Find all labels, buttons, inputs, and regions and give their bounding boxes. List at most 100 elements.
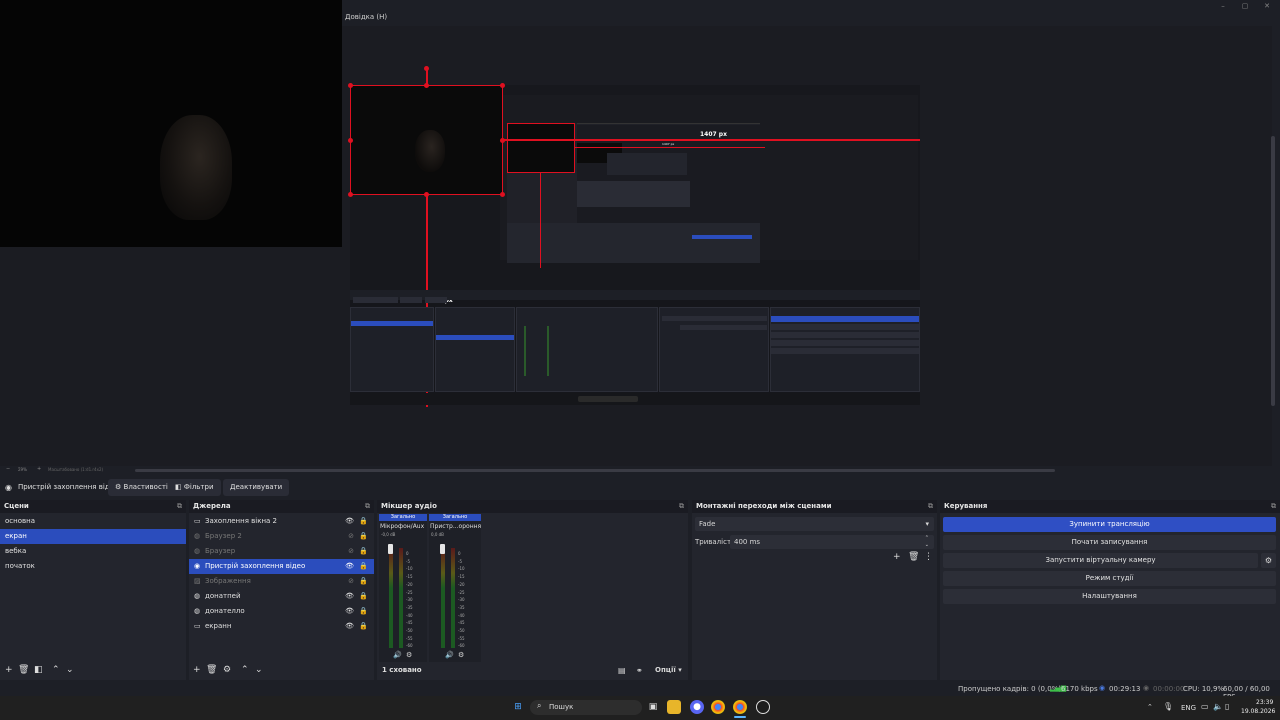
volume-icon[interactable]: 🔈 — [1213, 702, 1223, 711]
eye-icon[interactable]: 👁 — [345, 619, 354, 634]
resize-handle-bl[interactable] — [348, 192, 353, 197]
channel-settings-icon[interactable]: ⚙ — [458, 651, 464, 659]
source-item[interactable]: ◍ донатпей 👁 🔒 — [189, 589, 374, 604]
eye-icon[interactable]: 👁 — [345, 514, 354, 529]
move-down-icon[interactable]: ⌄ — [255, 665, 263, 675]
duration-input[interactable]: 400 ms ⌃ ⌄ — [730, 535, 934, 549]
obs-icon[interactable] — [756, 700, 770, 714]
lock-icon[interactable]: 🔒 — [359, 604, 368, 619]
lock-icon[interactable]: 🔒 — [359, 559, 368, 574]
link-icon[interactable]: ⚭ — [636, 666, 643, 675]
volume-fader[interactable] — [440, 544, 445, 554]
lock-icon[interactable]: 🔒 — [359, 574, 368, 589]
clock-time[interactable]: 23:39 — [1256, 699, 1273, 706]
source-settings-icon[interactable]: ⚙ — [223, 665, 231, 675]
speaker-icon[interactable]: 🔊 — [393, 651, 402, 659]
popout-icon[interactable]: ⧉ — [928, 500, 933, 513]
preview-scrollbar-h[interactable] — [135, 469, 1055, 472]
lock-icon[interactable]: 🔒 — [359, 589, 368, 604]
preview-scrollbar[interactable] — [1271, 136, 1275, 406]
scene-item-osnovna[interactable]: основна — [0, 514, 186, 529]
deactivate-button[interactable]: Деактивувати — [223, 479, 290, 496]
more-options-icon[interactable]: ⋮ — [924, 552, 933, 562]
remove-scene-icon[interactable]: 🗑 — [18, 665, 29, 675]
scene-item-ekran[interactable]: екран — [0, 529, 186, 544]
move-up-icon[interactable]: ⌃ — [52, 665, 60, 675]
source-item[interactable]: ▨ Зображення ⊘ 🔒 — [189, 574, 374, 589]
add-transition-icon[interactable]: + — [893, 552, 901, 562]
network-icon[interactable]: ▭ — [1201, 702, 1209, 711]
maximize-button[interactable]: ▢ — [1238, 2, 1252, 12]
chrome-icon-active[interactable] — [733, 700, 747, 714]
mixer-options-button[interactable]: Опції ▾ — [655, 666, 682, 674]
source-item[interactable]: ◉ Пристрій захоплення відео 👁 🔒 — [189, 559, 374, 574]
mixer-layout-icon[interactable]: ▤ — [618, 666, 626, 675]
stop-stream-button[interactable]: Зупинити трансляцію — [943, 517, 1276, 532]
chrome-icon[interactable] — [711, 700, 725, 714]
language-indicator[interactable]: ENG — [1181, 704, 1196, 712]
add-source-icon[interactable]: + — [193, 665, 201, 675]
filters-button[interactable]: ◧ Фільтри — [168, 479, 221, 496]
resize-handle-br[interactable] — [500, 192, 505, 197]
close-button[interactable]: ✕ — [1260, 2, 1274, 12]
start-recording-button[interactable]: Почати записування — [943, 535, 1276, 550]
popout-icon[interactable]: ⧉ — [365, 500, 370, 513]
settings-button[interactable]: Налаштування — [943, 589, 1276, 604]
menu-help[interactable]: Довідка (H) — [345, 13, 387, 21]
discord-icon[interactable]: ● — [690, 700, 704, 714]
volume-fader[interactable] — [388, 544, 393, 554]
eye-hidden-icon[interactable]: ⊘ — [348, 574, 354, 589]
lock-icon[interactable]: 🔒 — [359, 529, 368, 544]
clock-date[interactable]: 19.08.2026 — [1241, 708, 1275, 715]
source-item[interactable]: ◍ Браузер ⊘ 🔒 — [189, 544, 374, 559]
channel-settings-icon[interactable]: ⚙ — [406, 651, 412, 659]
task-view-icon[interactable]: ▣ — [646, 700, 660, 714]
taskbar-search[interactable]: ⌕ Пошук — [530, 700, 642, 715]
resize-handle-l[interactable] — [348, 138, 353, 143]
chevron-up-icon[interactable]: ⌃ — [1147, 703, 1153, 711]
microphone-icon[interactable]: 🎙 — [1163, 702, 1173, 711]
scene-item-vebka[interactable]: вебка — [0, 544, 186, 559]
minimize-button[interactable]: – — [1216, 2, 1230, 12]
studio-mode-button[interactable]: Режим студії — [943, 571, 1276, 586]
resize-handle-tr[interactable] — [500, 83, 505, 88]
popout-icon[interactable]: ⧉ — [1271, 500, 1276, 513]
zoom-out-button[interactable]: − — [6, 466, 10, 472]
channel-name[interactable]: Пристр...ороння — [429, 523, 481, 530]
properties-button[interactable]: ⚙ Властивості — [108, 479, 175, 496]
scene-item-pochatok[interactable]: початок — [0, 559, 186, 574]
eye-hidden-icon[interactable]: ⊘ — [348, 544, 354, 559]
screen-capture-source[interactable]: 1407 px 1407 px 710 px — [348, 66, 920, 407]
add-scene-icon[interactable]: + — [5, 665, 13, 675]
scene-filters-icon[interactable]: ◧ — [34, 665, 43, 675]
stepper-icon[interactable]: ⌃ ⌄ — [925, 535, 929, 549]
speaker-icon[interactable]: 🔊 — [445, 651, 454, 659]
start-virtual-camera-button[interactable]: Запустити віртуальну камеру — [943, 553, 1258, 568]
virtual-camera-settings-icon[interactable]: ⚙ — [1261, 553, 1276, 568]
zoom-in-button[interactable]: + — [37, 466, 41, 472]
move-down-icon[interactable]: ⌄ — [66, 665, 74, 675]
hidden-count[interactable]: 1 сховано — [382, 666, 422, 674]
remove-transition-icon[interactable]: 🗑 — [908, 552, 919, 562]
move-up-icon[interactable]: ⌃ — [241, 665, 249, 675]
lock-icon[interactable]: 🔒 — [359, 514, 368, 529]
eye-icon[interactable]: 👁 — [345, 604, 354, 619]
eye-hidden-icon[interactable]: ⊘ — [348, 529, 354, 544]
battery-icon[interactable]: ▯ — [1225, 702, 1229, 711]
lock-icon[interactable]: 🔒 — [359, 544, 368, 559]
windows-start-icon[interactable]: ⊞ — [511, 700, 525, 714]
eye-icon[interactable]: 👁 — [345, 589, 354, 604]
source-item[interactable]: ◍ донателло 👁 🔒 — [189, 604, 374, 619]
resize-handle-tl[interactable] — [348, 83, 353, 88]
remove-source-icon[interactable]: 🗑 — [206, 665, 217, 675]
explorer-icon[interactable] — [667, 700, 681, 714]
popout-icon[interactable]: ⧉ — [679, 500, 684, 513]
source-item[interactable]: ◍ Браузер 2 ⊘ 🔒 — [189, 529, 374, 544]
popout-icon[interactable]: ⧉ — [177, 500, 182, 513]
eye-icon[interactable]: 👁 — [345, 559, 354, 574]
lock-icon[interactable]: 🔒 — [359, 619, 368, 634]
transition-select[interactable]: Fade ▾ — [695, 517, 934, 531]
source-item[interactable]: ▭ екранн 👁 🔒 — [189, 619, 374, 634]
source-item[interactable]: ▭ Захоплення вікна 2 👁 🔒 — [189, 514, 374, 529]
channel-name[interactable]: Мікрофон/Aux — [379, 523, 427, 530]
